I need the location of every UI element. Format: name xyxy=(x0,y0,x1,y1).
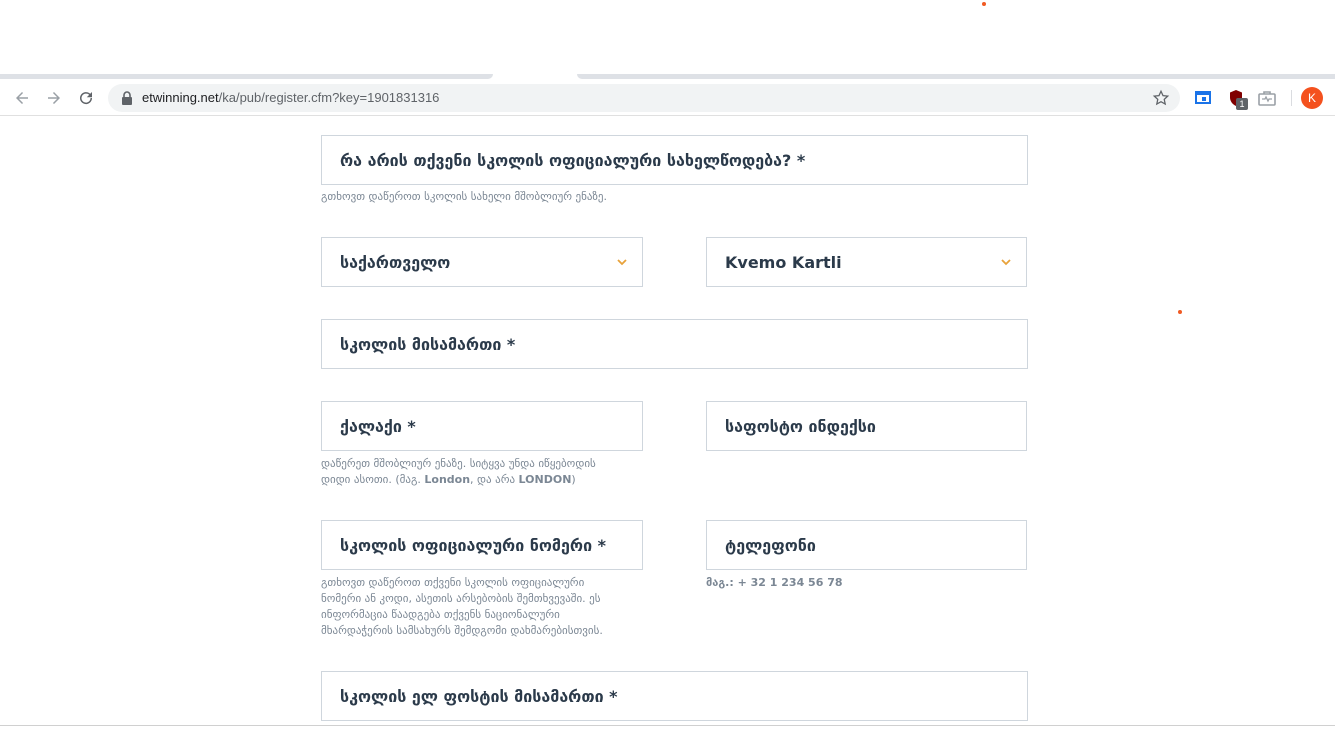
url-text: etwinning.net/ka/pub/register.cfm?key=19… xyxy=(142,90,439,105)
school-email-placeholder: სკოლის ელ ფოსტის მისამართი * xyxy=(340,686,618,706)
extension-windows[interactable] xyxy=(1193,88,1213,108)
toolbar-separator xyxy=(1291,90,1292,106)
back-button[interactable] xyxy=(10,86,34,110)
school-address-placeholder: სკოლის მისამართი * xyxy=(340,334,516,354)
url-path: /ka/pub/register.cfm?key=1901831316 xyxy=(218,90,440,105)
briefcase-icon xyxy=(1258,91,1276,106)
postcode-placeholder: საფოსტო ინდექსი xyxy=(725,416,876,436)
reload-button[interactable] xyxy=(74,86,98,110)
forward-button[interactable] xyxy=(42,86,66,110)
city-hint-example-1: London xyxy=(424,473,471,486)
postcode-input[interactable]: საფოსტო ინდექსი xyxy=(706,401,1027,451)
page-bottom-border xyxy=(0,725,1335,726)
phone-input[interactable]: ტელეფონი xyxy=(706,520,1027,570)
accent-dot-right xyxy=(1178,310,1182,314)
country-select[interactable]: საქართველო xyxy=(321,237,643,287)
school-name-hint: გთხოვთ დაწეროთ სკოლის სახელი მშობლიურ ენ… xyxy=(321,190,608,203)
arrow-right-icon xyxy=(48,92,60,104)
city-hint-example-2: LONDON xyxy=(518,473,572,486)
city-input[interactable]: ქალაქი * xyxy=(321,401,643,451)
address-bar[interactable]: etwinning.net/ka/pub/register.cfm?key=19… xyxy=(108,84,1180,112)
region-value: Kvemo Kartli xyxy=(725,252,842,272)
tab-bar-left xyxy=(0,74,493,79)
extension-briefcase[interactable] xyxy=(1257,88,1277,108)
browser-toolbar: etwinning.net/ka/pub/register.cfm?key=19… xyxy=(0,80,1335,116)
registration-page xyxy=(0,117,1335,725)
url-host: etwinning.net xyxy=(142,90,219,105)
chevron-down-icon xyxy=(1001,259,1011,266)
school-email-input[interactable]: სკოლის ელ ფოსტის მისამართი * xyxy=(321,671,1028,721)
windows-extension-icon xyxy=(1195,91,1211,104)
official-number-hint: გთხოვთ დაწეროთ თქვენი სკოლის ოფიციალური … xyxy=(321,575,661,639)
official-number-hint-line-3: ინფორმაცია წაადგება თქვენს ნაციონალური xyxy=(321,608,560,621)
star-icon[interactable] xyxy=(1152,89,1170,107)
phone-placeholder: ტელეფონი xyxy=(725,535,816,555)
official-number-hint-line-2: ნომერი ან კოდი, ასეთის არსებობის შემთხვე… xyxy=(321,592,601,605)
school-name-input[interactable]: რა არის თქვენი სკოლის ოფიციალური სახელწო… xyxy=(321,135,1028,185)
city-placeholder: ქალაქი * xyxy=(340,416,416,436)
official-number-input[interactable]: სკოლის ოფიციალური ნომერი * xyxy=(321,520,643,570)
lock-icon xyxy=(122,91,132,105)
arrow-left-icon xyxy=(16,92,28,104)
extension-badge: 1 xyxy=(1236,98,1248,110)
city-hint-line-2: დიდი ასოთი. (მაგ. London, და არა LONDON) xyxy=(321,472,651,488)
tab-bar-right xyxy=(577,74,1335,79)
chevron-down-icon xyxy=(617,259,627,266)
accent-dot xyxy=(982,2,986,6)
reload-icon xyxy=(80,92,93,105)
school-address-input[interactable]: სკოლის მისამართი * xyxy=(321,319,1028,369)
profile-avatar[interactable]: K xyxy=(1301,87,1323,109)
city-hint: დაწერეთ მშობლიურ ენაზე. სიტყვა უნდა იწყე… xyxy=(321,456,651,488)
city-hint-text-c: ) xyxy=(571,473,576,486)
city-hint-text-b: , და არა xyxy=(470,473,519,486)
country-value: საქართველო xyxy=(340,252,451,272)
official-number-hint-line-1: გთხოვთ დაწეროთ თქვენი სკოლის ოფიციალური xyxy=(321,576,585,589)
school-name-placeholder: რა არის თქვენი სკოლის ოფიციალური სახელწო… xyxy=(340,150,806,170)
city-hint-line-1: დაწერეთ მშობლიურ ენაზე. სიტყვა უნდა იწყე… xyxy=(321,457,596,470)
extension-ublock[interactable]: 1 xyxy=(1226,88,1248,110)
region-select[interactable]: Kvemo Kartli xyxy=(706,237,1027,287)
tab-strip xyxy=(0,0,1335,80)
phone-hint: მაგ.: + 32 1 234 56 78 xyxy=(706,576,843,589)
official-number-hint-line-4: მხარდაჭერის სამსახურს შემდგომი დახმარები… xyxy=(321,624,603,637)
city-hint-text-a: დიდი ასოთი. (მაგ. xyxy=(321,473,425,486)
official-number-placeholder: სკოლის ოფიციალური ნომერი * xyxy=(340,535,607,555)
